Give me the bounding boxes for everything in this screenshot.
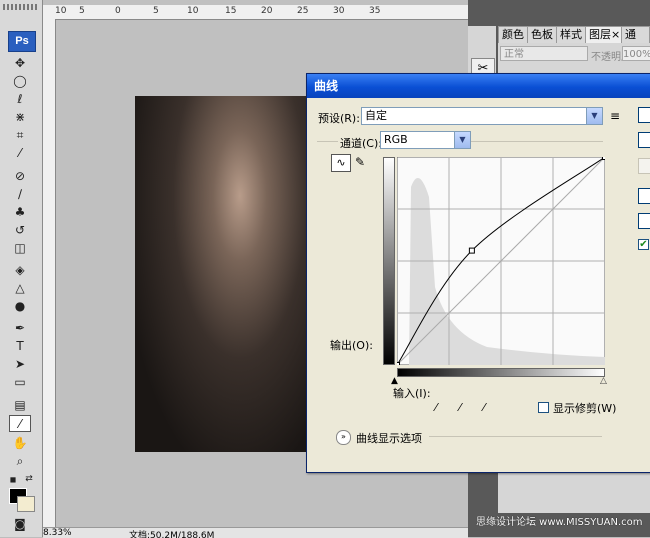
black-eyedropper-icon[interactable]: ⁄ bbox=[429, 401, 443, 415]
brush-icon[interactable]: ∕ bbox=[10, 186, 30, 201]
white-point-slider[interactable]: △ bbox=[600, 376, 607, 386]
blur-icon[interactable]: △ bbox=[10, 280, 30, 295]
ruler-label: 10 bbox=[55, 6, 67, 16]
close-icon[interactable]: × bbox=[611, 28, 620, 41]
chevron-down-icon[interactable]: ▼ bbox=[454, 132, 470, 148]
swap-colors-icon[interactable]: ⇄ bbox=[22, 472, 36, 487]
curve-control-point[interactable] bbox=[468, 247, 475, 254]
type-icon[interactable]: T bbox=[10, 338, 30, 353]
ruler-label: 0 bbox=[115, 6, 121, 16]
curve-control-point[interactable] bbox=[397, 362, 400, 366]
bucket-icon[interactable]: ◈ bbox=[10, 262, 30, 277]
vertical-ruler bbox=[43, 19, 56, 527]
curves-dialog: 曲线 预设(R): 自定 ▼ ≡ 通道(C): RGB ▼ ∿ ✎ 输出(O):… bbox=[306, 73, 650, 473]
stamp-icon[interactable]: ♣ bbox=[10, 204, 30, 219]
options-button[interactable] bbox=[638, 213, 650, 229]
pencil-tool-icon[interactable]: ✎ bbox=[353, 154, 367, 170]
tab-channels[interactable]: 通道 bbox=[621, 26, 650, 57]
eyedropper-icon[interactable]: ⁄ bbox=[10, 145, 30, 160]
input-label: 输入(I): bbox=[393, 387, 431, 400]
ruler-label: 5 bbox=[79, 6, 85, 16]
panel-grip[interactable] bbox=[3, 4, 37, 10]
auto-button[interactable] bbox=[638, 188, 650, 204]
preset-label: 预设(R): bbox=[318, 112, 360, 125]
background-color-swatch[interactable] bbox=[17, 496, 35, 512]
tab-layers-label: 图层 bbox=[589, 28, 611, 41]
curve-display-options-label[interactable]: 曲线显示选项 bbox=[356, 430, 422, 446]
preset-value: 自定 bbox=[365, 109, 387, 122]
quick-mask-icon[interactable]: ◙ bbox=[10, 516, 30, 531]
move-icon[interactable]: ✥ bbox=[10, 55, 30, 70]
show-clipping-checkbox[interactable] bbox=[538, 402, 549, 413]
path-select-icon[interactable]: ➤ bbox=[10, 356, 30, 371]
ruler-label: 5 bbox=[153, 6, 159, 16]
preset-select[interactable]: 自定 ▼ bbox=[361, 107, 603, 125]
default-colors-icon[interactable]: ◼ bbox=[6, 472, 20, 487]
channel-label: 通道(C): bbox=[338, 135, 384, 151]
status-bar: 8.33% 文档:50.2M/188.6M bbox=[43, 527, 468, 538]
dodge-icon[interactable]: ● bbox=[10, 298, 30, 313]
ruler-label: 30 bbox=[333, 6, 345, 16]
notes-icon[interactable]: ▤ bbox=[10, 397, 30, 412]
ruler-label: 15 bbox=[225, 6, 237, 16]
tab-layers[interactable]: 图层× bbox=[585, 26, 625, 44]
options-divider bbox=[429, 436, 602, 437]
curve-control-point[interactable] bbox=[602, 157, 606, 160]
white-eyedropper-icon[interactable]: ⁄ bbox=[477, 401, 491, 415]
tab-swatches[interactable]: 色板 bbox=[527, 26, 557, 44]
smooth-button[interactable] bbox=[638, 158, 650, 174]
output-gradient-bar bbox=[383, 157, 395, 365]
lasso-icon[interactable]: ℓ bbox=[10, 91, 30, 106]
gray-eyedropper-icon[interactable]: ⁄ bbox=[453, 401, 467, 415]
input-gradient-bar bbox=[397, 368, 605, 377]
shape-icon[interactable]: ▭ bbox=[10, 374, 30, 389]
magic-wand-icon[interactable]: ⋇ bbox=[10, 109, 30, 124]
heal-icon[interactable]: ⊘ bbox=[10, 168, 30, 183]
show-clipping-label: 显示修剪(W) bbox=[553, 402, 617, 415]
output-label: 输出(O): bbox=[330, 339, 373, 352]
tab-styles[interactable]: 样式 bbox=[556, 26, 586, 44]
ruler-label: 25 bbox=[297, 6, 309, 16]
ruler-label: 10 bbox=[187, 6, 199, 16]
curve-graph[interactable] bbox=[397, 157, 605, 365]
panel-tabs: 颜色 色板 样式 图层× 通道 bbox=[498, 26, 650, 57]
ruler-label: 20 bbox=[261, 6, 273, 16]
ok-button[interactable] bbox=[638, 107, 650, 123]
expand-options-icon[interactable]: » bbox=[336, 430, 351, 445]
horizontal-ruler: 10 5 0 5 10 15 20 25 30 35 bbox=[43, 5, 468, 20]
preset-menu-icon[interactable]: ≡ bbox=[610, 109, 620, 123]
channel-value: RGB bbox=[384, 133, 408, 146]
eraser-icon[interactable]: ◫ bbox=[10, 240, 30, 255]
dialog-title[interactable]: 曲线 bbox=[307, 74, 650, 98]
pen-icon[interactable]: ✒ bbox=[10, 320, 30, 335]
blend-mode-select[interactable]: 正常 bbox=[500, 46, 588, 61]
curve-point-tool-icon[interactable]: ∿ bbox=[331, 154, 351, 172]
chevron-down-icon[interactable]: ▼ bbox=[586, 108, 602, 124]
channel-select[interactable]: RGB ▼ bbox=[380, 131, 471, 149]
eyedropper-tool-icon[interactable]: ⁄ bbox=[9, 415, 31, 432]
zoom-icon[interactable]: ⌕ bbox=[10, 453, 30, 468]
document-image[interactable] bbox=[135, 96, 310, 452]
tab-color[interactable]: 颜色 bbox=[498, 26, 528, 44]
hand-icon[interactable]: ✋ bbox=[10, 435, 30, 450]
opacity-field[interactable]: 100% bbox=[622, 46, 650, 61]
history-brush-icon[interactable]: ↺ bbox=[10, 222, 30, 237]
crop-icon[interactable]: ⌗ bbox=[10, 127, 30, 142]
preview-checkbox[interactable]: ✔ bbox=[638, 239, 649, 250]
cancel-button[interactable] bbox=[638, 132, 650, 148]
ruler-label: 35 bbox=[369, 6, 381, 16]
watermark: 思缘设计论坛 www.MISSYUAN.com bbox=[476, 517, 643, 528]
ps-logo: Ps bbox=[8, 31, 36, 52]
marquee-icon[interactable]: ◯ bbox=[10, 73, 30, 88]
tools-panel: Ps ✥ ◯ ℓ ⋇ ⌗ ⁄ ⊘ ∕ ♣ ↺ ◫ ◈ △ ● ✒ T ➤ ▭ ▤… bbox=[0, 0, 43, 537]
